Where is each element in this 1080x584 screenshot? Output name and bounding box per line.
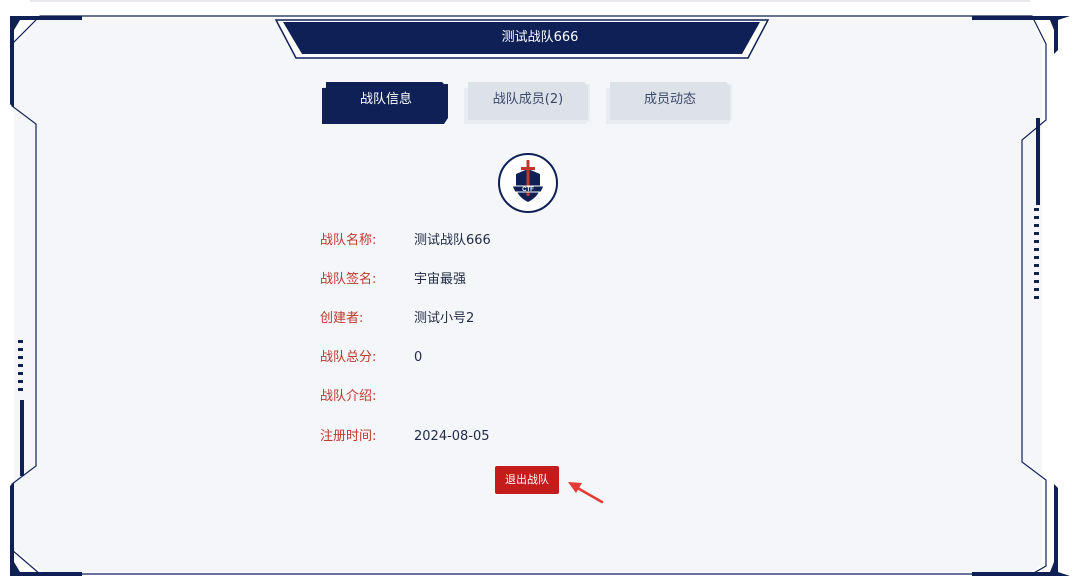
ctf-shield-sword-icon: CTF — [498, 153, 558, 213]
field-value: 测试小号2 — [414, 311, 475, 326]
tab-team-members[interactable]: 战队成员(2) — [468, 82, 588, 118]
tab-member-activity[interactable]: 成员动态 — [610, 82, 730, 118]
field-label: 创建者: — [320, 311, 364, 326]
field-value: 宇宙最强 — [414, 272, 467, 287]
logo-text: CTF — [522, 187, 534, 193]
field-label: 战队总分: — [320, 350, 377, 365]
field-label: 注册时间: — [320, 429, 377, 444]
field-label: 战队名称: — [320, 233, 377, 248]
quit-team-button[interactable]: 退出战队 — [495, 466, 559, 494]
field-value: 测试战队666 — [414, 233, 491, 248]
team-info-page: 测试战队666 战队信息 战队成员(2) 成员动态 CTF 战队名称: 测试战队… — [0, 0, 1080, 584]
team-title: 测试战队666 — [501, 30, 579, 45]
tab-team-info[interactable]: 战队信息 — [326, 82, 446, 118]
field-value: 0 — [414, 350, 423, 365]
pointer-arrow-icon — [568, 482, 604, 504]
field-label: 战队签名: — [320, 272, 377, 287]
field-value: 2024-08-05 — [414, 429, 490, 444]
field-label: 战队介绍: — [320, 389, 377, 404]
